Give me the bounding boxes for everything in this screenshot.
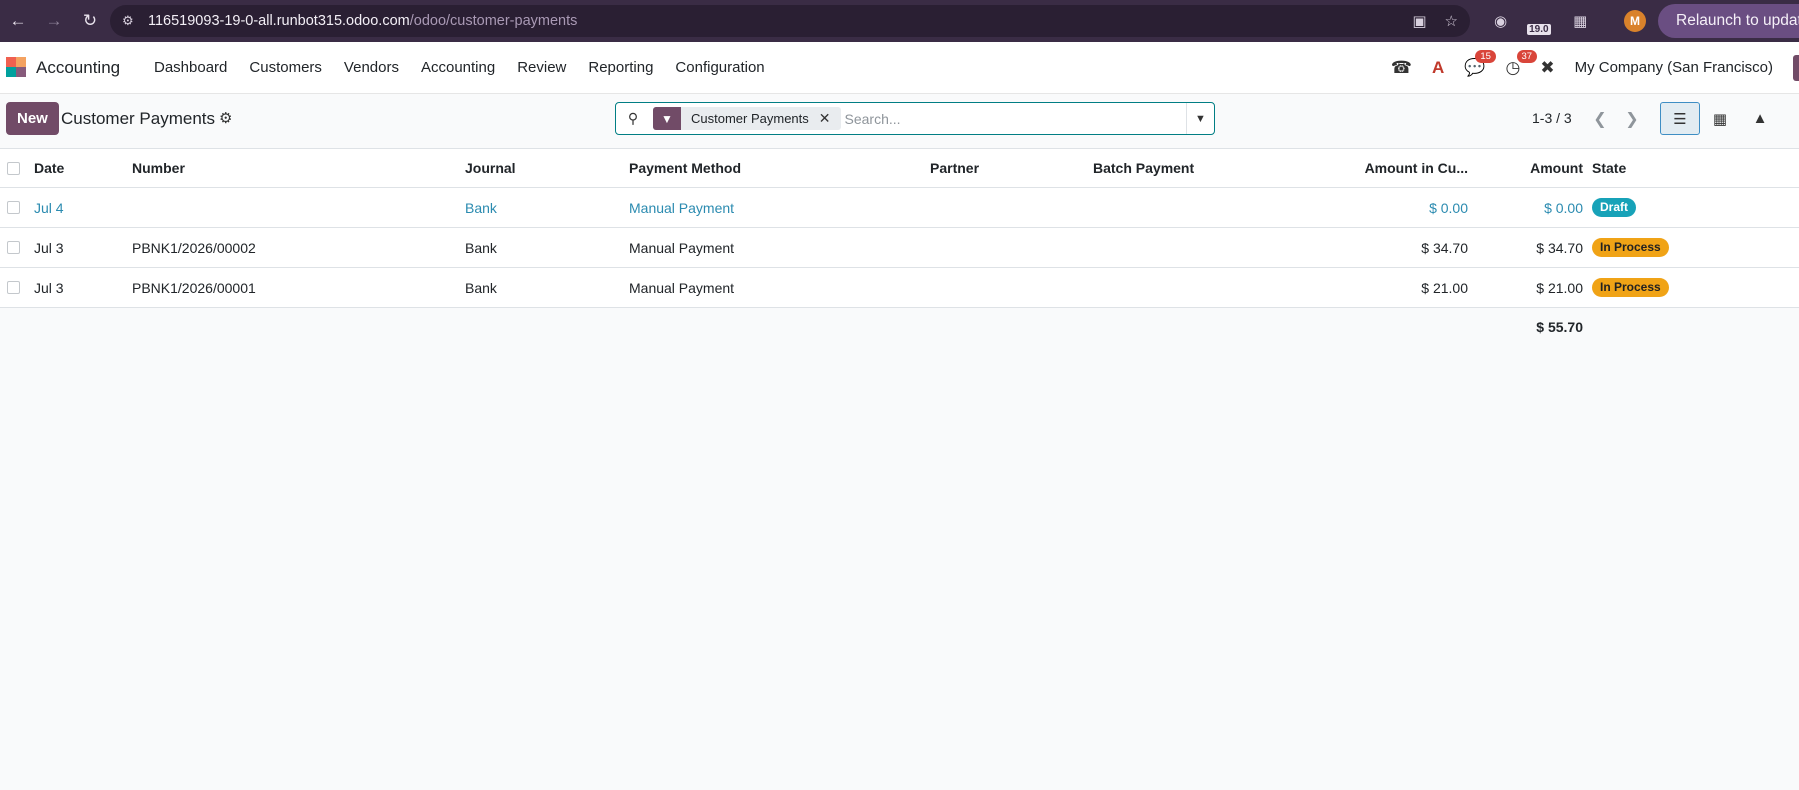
phone-icon[interactable]: ☎ bbox=[1391, 58, 1412, 78]
chevron-down-icon[interactable]: ▼ bbox=[1186, 103, 1214, 134]
page-title: Customer Payments bbox=[61, 109, 215, 128]
total-amount: $ 55.70 bbox=[1536, 319, 1583, 335]
pager-next-icon[interactable]: ❯ bbox=[1617, 103, 1647, 134]
payments-list: Date Number Journal Payment Method Partn… bbox=[0, 148, 1799, 308]
app-name[interactable]: Accounting bbox=[36, 58, 120, 78]
cell-date: Jul 3 bbox=[34, 239, 64, 256]
install-app-icon[interactable]: ▣ bbox=[1412, 12, 1426, 30]
version-extension-icon[interactable]: 19.0 bbox=[1527, 9, 1553, 35]
pager-value[interactable]: 1-3 / 3 bbox=[1532, 110, 1572, 126]
filter-icon: ▼ bbox=[653, 107, 681, 130]
menu-dashboard[interactable]: Dashboard bbox=[143, 59, 238, 76]
relaunch-button[interactable]: Relaunch to update bbox=[1658, 4, 1799, 38]
column-amount[interactable]: Amount bbox=[1530, 160, 1583, 176]
cell-date: Jul 4 bbox=[34, 199, 64, 216]
cell-amount: $ 34.70 bbox=[1536, 239, 1583, 256]
debug-tools-icon[interactable]: ✖ bbox=[1540, 58, 1554, 78]
menu-vendors[interactable]: Vendors bbox=[333, 59, 410, 76]
cell-amount-currency: $ 34.70 bbox=[1421, 239, 1468, 256]
site-info-icon[interactable]: ⚙ bbox=[122, 13, 138, 29]
cell-amount-currency: $ 0.00 bbox=[1429, 199, 1468, 216]
column-payment-method[interactable]: Payment Method bbox=[629, 160, 741, 176]
cell-number: PBNK1/2026/00001 bbox=[132, 279, 256, 296]
column-state[interactable]: State bbox=[1592, 160, 1626, 176]
messages-icon[interactable]: 💬 15 bbox=[1464, 49, 1496, 78]
table-row[interactable]: Jul 4 Bank Manual Payment $ 0.00 $ 0.00 … bbox=[0, 188, 1799, 228]
remove-facet-icon[interactable]: ✕ bbox=[819, 110, 841, 127]
cell-journal: Bank bbox=[465, 279, 497, 296]
menu-reporting[interactable]: Reporting bbox=[577, 59, 664, 76]
main-menu: Dashboard Customers Vendors Accounting R… bbox=[143, 59, 776, 76]
cell-state: Draft bbox=[1592, 198, 1637, 217]
cell-amount: $ 21.00 bbox=[1536, 279, 1583, 296]
pager-previous-icon[interactable]: ❮ bbox=[1585, 103, 1615, 134]
cell-amount: $ 0.00 bbox=[1544, 199, 1583, 216]
cell-payment-method: Manual Payment bbox=[629, 279, 735, 296]
menu-review[interactable]: Review bbox=[506, 59, 577, 76]
cell-payment-method: Manual Payment bbox=[629, 199, 735, 216]
gear-icon[interactable]: ⚙ bbox=[219, 109, 232, 127]
cell-number: PBNK1/2026/00002 bbox=[132, 239, 256, 256]
reload-icon[interactable]: ↻ bbox=[72, 0, 108, 42]
column-journal[interactable]: Journal bbox=[465, 160, 516, 176]
select-all-checkbox[interactable] bbox=[7, 161, 20, 175]
address-bar[interactable]: ⚙ 116519093-19-0-all.runbot315.odoo.com /… bbox=[110, 5, 1470, 37]
company-switcher[interactable]: My Company (San Francisco) bbox=[1575, 59, 1773, 76]
row-checkbox[interactable] bbox=[7, 201, 20, 214]
cell-payment-method: Manual Payment bbox=[629, 239, 735, 256]
kanban-view-icon[interactable]: ▦ bbox=[1700, 102, 1740, 135]
row-checkbox[interactable] bbox=[7, 281, 20, 294]
column-number[interactable]: Number bbox=[132, 160, 185, 176]
extensions-puzzle-icon[interactable]: ▦ bbox=[1573, 12, 1587, 30]
cell-journal: Bank bbox=[465, 239, 497, 256]
table-row[interactable]: Jul 3 PBNK1/2026/00002 Bank Manual Payme… bbox=[0, 228, 1799, 268]
user-avatar[interactable] bbox=[1793, 54, 1799, 81]
list-view-icon[interactable]: ☰ bbox=[1660, 102, 1700, 135]
list-header: Date Number Journal Payment Method Partn… bbox=[0, 148, 1799, 188]
control-panel: New Customer Payments ⚙ ⚲ ▼ Customer Pay… bbox=[0, 94, 1799, 148]
url-path: /odoo/customer-payments bbox=[409, 13, 578, 29]
search-input[interactable] bbox=[840, 110, 1186, 127]
menu-accounting[interactable]: Accounting bbox=[410, 59, 506, 76]
extension-icon[interactable]: ◉ bbox=[1494, 12, 1507, 30]
facet-label: Customer Payments bbox=[691, 111, 809, 126]
column-partner[interactable]: Partner bbox=[930, 160, 979, 176]
cell-journal: Bank bbox=[465, 199, 497, 216]
ai-icon[interactable]: A bbox=[1432, 58, 1444, 78]
cell-amount-currency: $ 21.00 bbox=[1421, 279, 1468, 296]
status-badge: In Process bbox=[1592, 278, 1669, 297]
status-badge: In Process bbox=[1592, 238, 1669, 257]
filter-facet: ▼ Customer Payments ✕ bbox=[653, 107, 841, 130]
cell-state: In Process bbox=[1592, 238, 1669, 257]
accounting-app-logo[interactable] bbox=[6, 57, 26, 77]
systray: ☎ A 💬 15 ◷ 37 ✖ My Company (San Francisco) bbox=[1391, 49, 1799, 81]
bookmark-star-icon[interactable]: ☆ bbox=[1445, 12, 1458, 30]
activities-count-badge: 37 bbox=[1516, 49, 1538, 63]
url-host: 116519093-19-0-all.runbot315.odoo.com bbox=[148, 13, 410, 29]
row-checkbox[interactable] bbox=[7, 241, 20, 254]
column-batch-payment[interactable]: Batch Payment bbox=[1093, 160, 1194, 176]
browser-toolbar: ← → ↻ ⚙ 116519093-19-0-all.runbot315.odo… bbox=[0, 0, 1799, 42]
profile-avatar[interactable]: M bbox=[1624, 10, 1646, 32]
new-button[interactable]: New bbox=[6, 102, 59, 135]
column-date[interactable]: Date bbox=[34, 160, 64, 176]
table-row[interactable]: Jul 3 PBNK1/2026/00001 Bank Manual Payme… bbox=[0, 268, 1799, 308]
back-icon[interactable]: ← bbox=[0, 0, 36, 42]
column-amount-currency[interactable]: Amount in Cu... bbox=[1365, 160, 1468, 176]
activities-clock-icon[interactable]: ◷ 37 bbox=[1506, 49, 1538, 78]
menu-customers[interactable]: Customers bbox=[238, 59, 333, 76]
forward-icon[interactable]: → bbox=[36, 0, 72, 42]
search-bar: ⚲ ▼ Customer Payments ✕ ▼ bbox=[615, 102, 1215, 135]
messages-count-badge: 15 bbox=[1475, 49, 1496, 63]
graph-view-icon[interactable]: ▲ bbox=[1740, 102, 1780, 135]
status-badge: Draft bbox=[1592, 198, 1637, 217]
cell-state: In Process bbox=[1592, 278, 1669, 297]
menu-configuration[interactable]: Configuration bbox=[664, 59, 775, 76]
search-icon: ⚲ bbox=[627, 110, 639, 126]
view-switcher: ☰ ▦ ▲ bbox=[1660, 102, 1780, 135]
odoo-navbar: Accounting Dashboard Customers Vendors A… bbox=[0, 42, 1799, 94]
cell-date: Jul 3 bbox=[34, 279, 64, 296]
